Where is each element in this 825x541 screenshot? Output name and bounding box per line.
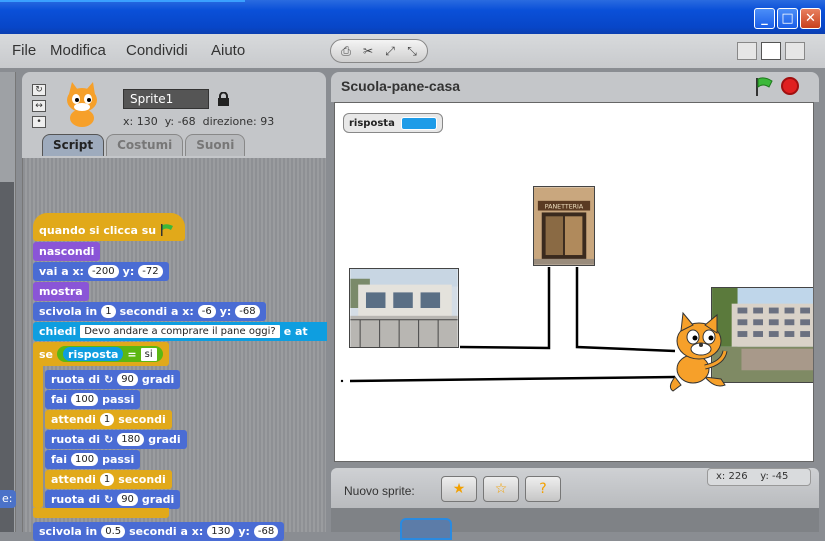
title-highlight bbox=[0, 0, 245, 2]
show-block[interactable]: mostra bbox=[33, 282, 89, 301]
cat-sprite[interactable] bbox=[665, 311, 729, 393]
small-stage-icon[interactable] bbox=[737, 42, 757, 60]
sprite-list bbox=[331, 508, 819, 540]
equals-operator[interactable]: risposta = si bbox=[57, 346, 163, 362]
move-block[interactable]: fai 100 passi bbox=[45, 390, 141, 409]
if-block-end bbox=[33, 508, 169, 518]
hide-block[interactable]: nascondi bbox=[33, 242, 101, 261]
maximize-icon[interactable]: □ bbox=[777, 8, 798, 29]
if-block-arm bbox=[33, 342, 43, 508]
svg-text:PANETTERIA: PANETTERIA bbox=[545, 204, 584, 211]
turn-block[interactable]: ruota di ↻ 90 gradi bbox=[45, 490, 181, 509]
school-photo bbox=[349, 268, 459, 348]
minimize-icon[interactable]: _ bbox=[754, 8, 775, 29]
duplicate-icon[interactable]: ⎙ bbox=[337, 43, 355, 59]
no-rotate-icon[interactable]: • bbox=[32, 116, 46, 128]
menu-modifica[interactable]: Modifica bbox=[50, 42, 106, 59]
presentation-mode-icon[interactable] bbox=[785, 42, 805, 60]
lock-icon[interactable] bbox=[218, 92, 229, 106]
cursor-tools: ⎙ ✂ ⤢ ⤡ bbox=[330, 39, 428, 63]
turn-block[interactable]: ruota di ↻ 180 gradi bbox=[45, 430, 187, 449]
green-flag-icon[interactable] bbox=[753, 77, 773, 97]
tab-costumi[interactable]: Costumi bbox=[106, 134, 184, 156]
ask-block[interactable]: chiedi Devo andare a comprare il pane ogg… bbox=[33, 322, 327, 341]
menu-condividi[interactable]: Condividi bbox=[126, 42, 188, 59]
answer-reporter[interactable]: risposta bbox=[63, 347, 124, 361]
stage-header: Scuola-pane-casa bbox=[331, 72, 819, 102]
blocks-palette: e: bbox=[0, 72, 16, 532]
window-title-bar: _ □ ✕ bbox=[0, 0, 825, 34]
stage[interactable]: risposta PANETTERIA bbox=[334, 102, 814, 462]
close-icon[interactable]: ✕ bbox=[800, 8, 821, 29]
mouse-coordinates: x: 226 y: -45 bbox=[707, 468, 811, 486]
project-title: Scuola-pane-casa bbox=[341, 78, 461, 94]
sprite-info-panel: ↻ ↔ • Sprite1 x: 130 y: -68 direzione: 9… bbox=[22, 72, 326, 158]
turn-block[interactable]: ruota di ↻ 90 gradi bbox=[45, 370, 181, 389]
new-sprite-label: Nuovo sprite: bbox=[344, 484, 415, 498]
random-sprite-icon[interactable]: ? bbox=[525, 476, 561, 502]
menu-file[interactable]: File bbox=[12, 42, 36, 59]
goto-xy-block[interactable]: vai a x: -200 y: -72 bbox=[33, 262, 169, 281]
bakery-photo: PANETTERIA bbox=[533, 186, 595, 266]
menu-aiuto[interactable]: Aiuto bbox=[211, 42, 245, 59]
stop-icon[interactable] bbox=[781, 77, 799, 95]
left-right-icon[interactable]: ↔ bbox=[32, 100, 46, 112]
grow-icon[interactable]: ⤢ bbox=[381, 43, 399, 59]
tab-script[interactable]: Script bbox=[42, 134, 105, 156]
wait-block[interactable]: attendi 1 secondi bbox=[45, 410, 172, 429]
palette-block[interactable]: e: bbox=[0, 490, 16, 508]
folder-sprite-icon[interactable]: ☆ bbox=[483, 476, 519, 502]
normal-stage-icon[interactable] bbox=[761, 42, 781, 60]
scripts-area[interactable]: quando si clicca su nascondi vai a x: -20… bbox=[22, 158, 327, 541]
when-flag-clicked-block[interactable]: quando si clicca su bbox=[33, 213, 185, 241]
sprite-name-field[interactable]: Sprite1 bbox=[123, 89, 209, 109]
sprite-tile-sprite1[interactable] bbox=[400, 518, 452, 540]
delete-icon[interactable]: ✂ bbox=[359, 43, 377, 59]
move-block[interactable]: fai 100 passi bbox=[45, 450, 141, 469]
palette-area bbox=[0, 182, 14, 532]
menu-bar: File Modifica Condividi Aiuto ⎙ ✂ ⤢ ⤡ bbox=[0, 34, 825, 68]
rotate-style-icon[interactable]: ↻ bbox=[32, 84, 46, 96]
glide-block[interactable]: scivola in 1 secondi a x: -6 y: -68 bbox=[33, 302, 266, 321]
paint-sprite-icon[interactable]: ★ bbox=[441, 476, 477, 502]
if-block[interactable]: se risposta = si bbox=[33, 342, 169, 366]
sprite-thumbnail bbox=[67, 82, 97, 127]
wait-block[interactable]: attendi 1 secondi bbox=[45, 470, 172, 489]
shrink-icon[interactable]: ⤡ bbox=[403, 43, 421, 59]
editor-tabs: Script Costumi Suoni bbox=[42, 134, 246, 156]
sprite-position: x: 130 y: -68 direzione: 93 bbox=[123, 115, 275, 128]
tab-suoni[interactable]: Suoni bbox=[185, 134, 246, 156]
stage-size-buttons bbox=[737, 42, 805, 60]
green-flag-icon bbox=[161, 224, 174, 236]
